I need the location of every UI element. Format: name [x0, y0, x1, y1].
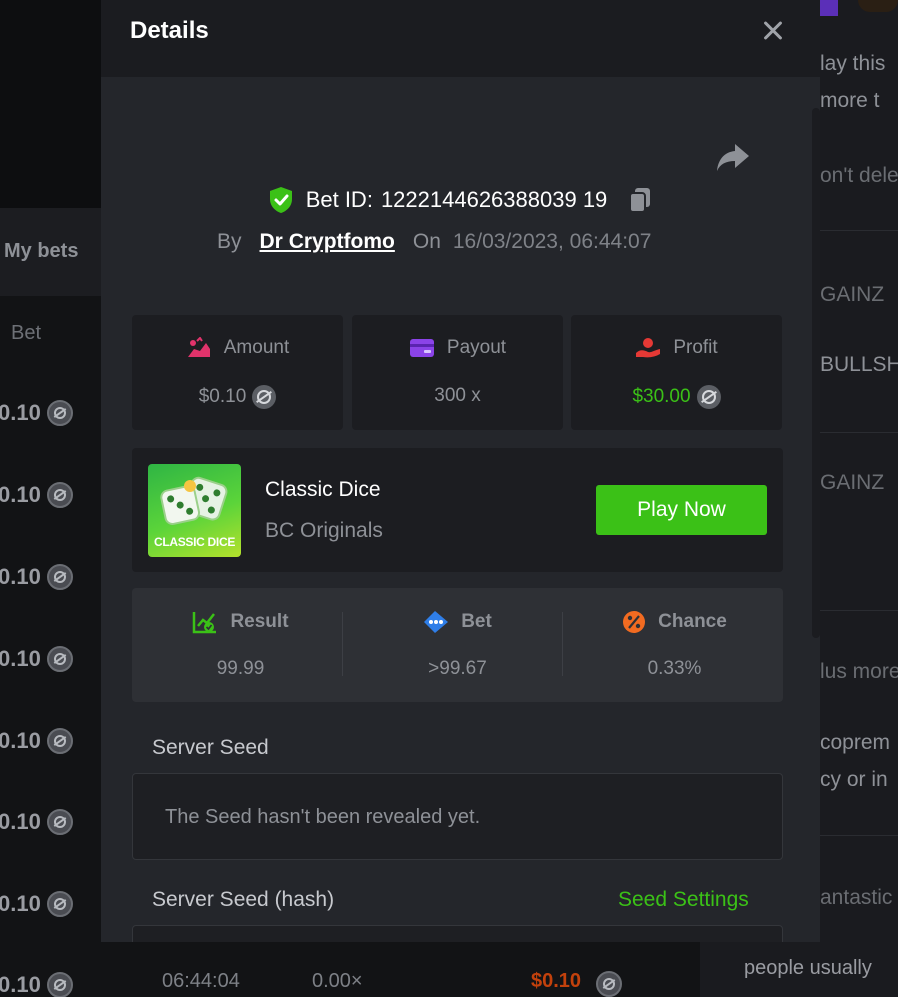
copy-icon[interactable]: [627, 186, 653, 214]
chance-value: 0.33%: [647, 658, 702, 679]
currency-coin-icon: [46, 646, 73, 672]
my-bets-tab[interactable]: My bets: [4, 240, 78, 263]
payout-card-icon: [409, 339, 434, 357]
result-column: Result 99.99: [132, 588, 349, 702]
bet-tag-icon: [424, 611, 449, 633]
bet-value: >99.67: [428, 658, 487, 679]
play-now-button[interactable]: Play Now: [596, 485, 767, 535]
result-chart-icon: [193, 612, 217, 634]
background-bet-row: 0.10: [0, 400, 73, 426]
server-seed-field: The Seed hasn't been revealed yet.: [132, 773, 783, 860]
game-thumbnail-label: CLASSIC DICE: [153, 535, 236, 549]
background-bet-row: 0.10: [0, 564, 73, 590]
dice-icon: [160, 476, 228, 525]
chat-text: lay this: [820, 52, 886, 75]
on-label: On: [412, 230, 441, 253]
chance-percent-icon: [623, 611, 646, 633]
server-seed-hash-field[interactable]: [132, 925, 783, 942]
username-link[interactable]: Dr Cryptfomo: [260, 230, 395, 254]
modal-title: Details: [130, 17, 209, 44]
bet-amount: $0.10: [531, 970, 582, 992]
modal-scrollbar[interactable]: [812, 108, 820, 638]
currency-coin-icon: [46, 728, 73, 754]
chat-text: cy or in: [820, 768, 888, 791]
profit-card: Profit $30.00: [571, 315, 782, 430]
bet-id-label: Bet ID:: [305, 187, 373, 212]
server-seed-text: The Seed hasn't been revealed yet.: [165, 806, 481, 828]
background-bet-row: 0.10: [0, 891, 73, 917]
bet-id-value: 1222144626388039 19: [380, 187, 608, 212]
server-seed-label: Server Seed: [152, 736, 269, 759]
amount-icon: [187, 337, 210, 357]
bet-multiplier: 0.00×: [312, 970, 363, 992]
currency-coin-icon: [46, 400, 73, 426]
currency-coin-icon: [596, 971, 622, 997]
chat-text: BULLSH: [820, 353, 898, 376]
bet-column-header: Bet: [11, 322, 42, 344]
chat-text: GAINZ: [820, 471, 885, 494]
game-card: CLASSIC DICE Classic Dice BC Originals P…: [132, 448, 783, 572]
bet-column: Bet >99.67: [349, 588, 566, 702]
result-card: Result 99.99 Bet >99.67 Chance 0.33%: [132, 588, 783, 702]
verified-shield-icon: [269, 187, 292, 213]
currency-coin-icon: [46, 482, 73, 508]
bet-label: Bet: [461, 611, 492, 632]
bet-author-row: By Dr Cryptfomo On 16/03/2023, 06:44:07: [217, 230, 651, 254]
chat-text: lus more: [820, 660, 898, 683]
currency-coin-icon: [46, 891, 73, 917]
currency-coin-icon: [46, 972, 73, 997]
amount-card: Amount $0.10: [132, 315, 343, 430]
share-icon[interactable]: [715, 140, 751, 174]
bet-id-row: Bet ID: 1222144626388039 19: [101, 186, 820, 214]
background-bet-row: 0.10: [0, 646, 73, 672]
currency-coin-icon: [696, 385, 721, 409]
chance-column: Chance 0.33%: [566, 588, 783, 702]
currency-coin-icon: [46, 564, 73, 590]
chance-label: Chance: [658, 611, 727, 632]
game-thumbnail[interactable]: CLASSIC DICE: [148, 464, 241, 557]
currency-coin-icon: [252, 385, 277, 409]
currency-coin-icon: [46, 809, 73, 835]
modal-header: Details: [101, 0, 820, 77]
profit-label: Profit: [673, 337, 718, 358]
bet-time: 06:44:04: [162, 970, 240, 992]
chat-text: people usually: [744, 957, 872, 979]
payout-value: 300 x: [434, 385, 481, 406]
seed-settings-link[interactable]: Seed Settings: [618, 888, 749, 912]
background-bet-row: 0.10: [0, 482, 73, 508]
background-avatar: [858, 0, 898, 12]
bet-datetime: 16/03/2023, 06:44:07: [452, 230, 652, 253]
server-seed-hash-label: Server Seed (hash): [152, 888, 335, 911]
game-name: Classic Dice: [265, 478, 381, 501]
chat-text: on't dele: [820, 164, 898, 187]
background-chat-panel: [820, 0, 898, 997]
payout-label: Payout: [446, 337, 507, 358]
chat-text: coprem: [820, 731, 891, 754]
close-icon[interactable]: [757, 13, 789, 47]
background-bet-row: 0.10: [0, 809, 73, 835]
result-value: 99.99: [216, 658, 265, 679]
chat-text: GAINZ: [820, 283, 885, 306]
profit-value: $30.00: [632, 386, 691, 407]
amount-label: Amount: [223, 337, 290, 358]
background-bet-row: 0.10: [0, 728, 73, 754]
background-top-area: [0, 0, 101, 208]
payout-card: Payout 300 x: [352, 315, 563, 430]
by-label: By: [217, 230, 242, 253]
amount-value: $0.10: [198, 386, 247, 407]
chat-text: more t: [820, 89, 880, 112]
game-provider: BC Originals: [265, 519, 383, 542]
profit-hand-icon: [636, 338, 661, 358]
background-bet-row: 0.10: [0, 972, 73, 997]
background-top-button: [820, 0, 838, 16]
bet-details-modal: Details Bet ID: 1222144626388039 19 By D…: [101, 0, 820, 942]
chat-text: antastic: [820, 886, 893, 909]
result-label: Result: [230, 611, 289, 632]
